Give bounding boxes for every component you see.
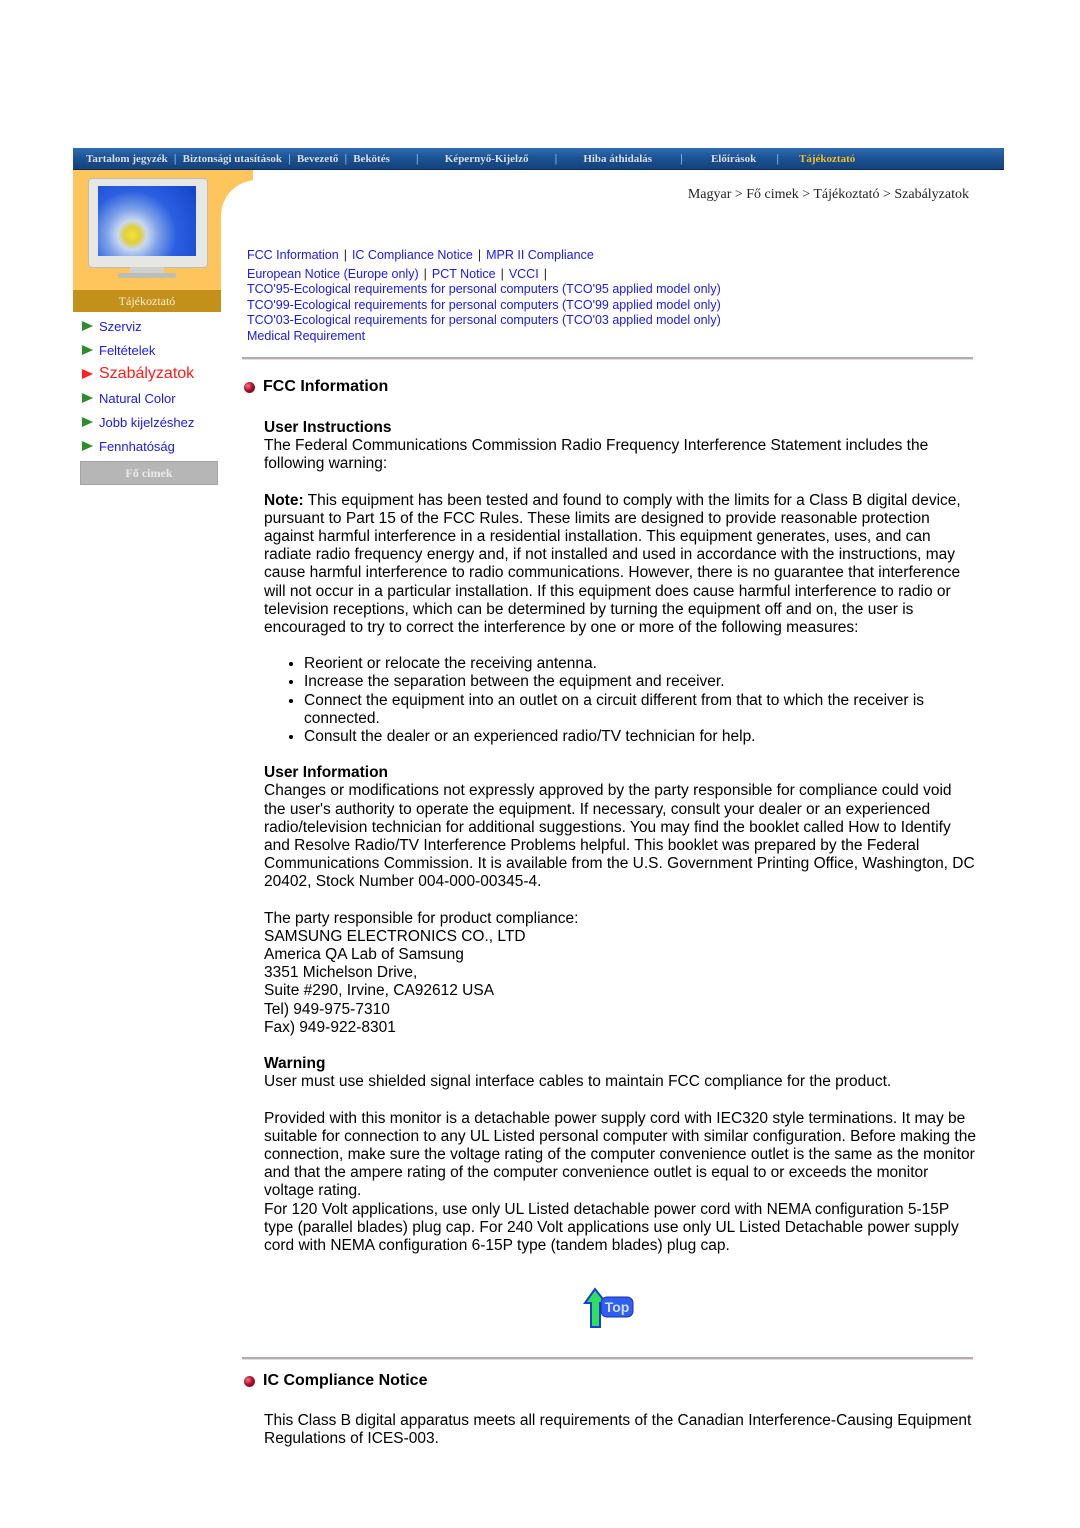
link-separator: | — [500, 266, 504, 281]
measures-list: Reorient or relocate the receiving anten… — [264, 655, 976, 746]
red-bullet-icon — [244, 381, 255, 393]
arrow-right-icon — [82, 345, 93, 355]
sidebar-item-label: Szerviz — [99, 318, 142, 334]
up-arrow-top-icon: Top — [583, 1287, 634, 1328]
fcc-section-heading: FCC Information — [244, 378, 388, 396]
nav-item-safety[interactable]: Biztonsági utasítások — [183, 153, 282, 165]
back-to-top-button[interactable]: Top — [583, 1287, 635, 1329]
responsible-party-line: SAMSUNG ELECTRONICS CO., LTD — [264, 927, 526, 945]
top-label: Top — [605, 1299, 630, 1315]
responsible-party-line: The party responsible for product compli… — [264, 909, 579, 927]
nav-separator: | — [415, 152, 419, 165]
sidebar-item-authority[interactable]: Fennhatóság — [82, 434, 232, 458]
divider — [242, 357, 973, 360]
warning-text: User must use shielded signal interface … — [264, 1073, 892, 1091]
responsible-party-line: Suite #290, Irvine, CA92612 USA — [264, 982, 495, 1000]
nav-separator: | — [344, 152, 348, 165]
sidebar-item-better-display[interactable]: Jobb kijelzéshez — [82, 410, 232, 434]
responsible-party-line: America QA Lab of Samsung — [264, 946, 464, 964]
arrow-right-icon — [82, 369, 93, 379]
user-information-title: User Information — [264, 764, 389, 782]
fcc-content: User Instructions The Federal Communicat… — [264, 419, 976, 1255]
user-instructions-title: User Instructions — [264, 419, 392, 436]
ic-text: This Class B digital apparatus meets all… — [264, 1412, 972, 1448]
link-separator: | — [423, 266, 427, 281]
section-links: FCC Information | IC Compliance Notice | MPR… — [247, 248, 721, 344]
sidebar-item-label: Fennhatóság — [99, 438, 175, 454]
list-item: Reorient or relocate the receiving anten… — [304, 655, 976, 673]
nav-separator: | — [287, 152, 291, 165]
warning-title: Warning — [264, 1055, 326, 1073]
section-title-banner: Tájékoztató — [73, 290, 221, 312]
sidebar-item-label: Natural Color — [99, 390, 176, 406]
link-tco99[interactable]: TCO'99-Ecological requirements for perso… — [247, 298, 721, 312]
sidebar-item-regulations[interactable]: Szabályzatok — [82, 362, 232, 386]
link-tco03[interactable]: TCO'03-Ecological requirements for perso… — [247, 313, 721, 327]
breadcrumb: Magyar > Fő cimek > Tájékoztató > Szabál… — [687, 187, 969, 202]
arrow-right-icon — [82, 393, 93, 403]
link-european-notice[interactable]: European Notice (Europe only) — [247, 267, 419, 281]
link-separator: | — [343, 248, 347, 262]
nav-item-information[interactable]: Tájékoztató — [799, 153, 855, 165]
nav-item-contents[interactable]: Tartalom jegyzék — [86, 153, 168, 165]
link-vcci[interactable]: VCCI — [509, 267, 539, 281]
monitor-image — [88, 178, 208, 278]
sidebar-item-label: Feltételek — [99, 342, 156, 358]
monitor-base — [118, 273, 176, 278]
heading-text: IC Compliance Notice — [263, 1372, 428, 1389]
nav-separator: | — [680, 152, 683, 165]
responsible-party-line: Fax) 949-922-8301 — [264, 1018, 396, 1036]
power-cord-voltage-text: For 120 Volt applications, use only UL L… — [264, 1200, 959, 1254]
nav-separator: | — [554, 152, 558, 165]
ic-content: This Class B digital apparatus meets all… — [264, 1412, 976, 1448]
nav-item-setup[interactable]: Bekötés — [353, 153, 390, 165]
responsible-party-line: 3351 Michelson Drive, — [264, 964, 418, 982]
nav-separator: | — [776, 152, 780, 165]
heading-text: FCC Information — [263, 378, 389, 395]
nav-item-display[interactable]: Képernyő-Kijelző — [445, 153, 529, 165]
user-instructions-text: The Federal Communications Commission Ra… — [264, 437, 929, 473]
power-cord-text: Provided with this monitor is a detachab… — [264, 1109, 976, 1200]
sidebar-item-label: Jobb kijelzéshez — [99, 414, 195, 430]
sidebar-item-terms[interactable]: Feltételek — [82, 338, 232, 362]
link-mpr-ii-compliance[interactable]: MPR II Compliance — [486, 248, 594, 262]
main-topics-button[interactable]: Fő cimek — [80, 461, 218, 485]
note-paragraph: Note: This equipment has been tested and… — [264, 492, 976, 638]
nav-item-introduction[interactable]: Bevezető — [297, 153, 339, 165]
sidebar-item-service[interactable]: Szerviz — [82, 314, 232, 338]
nav-separator: | — [173, 152, 177, 165]
link-tco95[interactable]: TCO'95-Ecological requirements for perso… — [247, 282, 721, 296]
responsible-party-line: Tel) 949-975-7310 — [264, 1000, 390, 1018]
monitor-screen — [98, 186, 196, 256]
link-fcc-information[interactable]: FCC Information — [247, 248, 339, 262]
user-information-text: Changes or modifications not expressly a… — [264, 782, 975, 891]
list-item: Consult the dealer or an experienced rad… — [304, 728, 976, 746]
arrow-right-icon — [82, 321, 93, 331]
divider — [242, 1357, 973, 1360]
nav-item-specifications[interactable]: Előírások — [711, 153, 756, 165]
link-separator: | — [477, 248, 482, 262]
list-item: Connect the equipment into an outlet on … — [304, 692, 976, 728]
sidebar-item-label: Szabályzatok — [99, 365, 195, 382]
sidebar-item-natural-color[interactable]: Natural Color — [82, 386, 232, 410]
ic-section-heading: IC Compliance Notice — [244, 1372, 427, 1390]
link-separator: | — [543, 266, 547, 281]
note-text: This equipment has been tested and found… — [264, 491, 961, 637]
note-label: Note: — [264, 491, 304, 509]
link-ic-compliance[interactable]: IC Compliance Notice — [352, 248, 473, 262]
list-item: Increase the separation between the equi… — [304, 673, 976, 691]
arrow-right-icon — [82, 417, 93, 427]
sidebar: Szerviz Feltételek Szabályzatok Natural … — [82, 314, 232, 458]
arrow-right-icon — [82, 441, 93, 451]
nav-item-troubleshooting[interactable]: Hiba áthidalás — [583, 153, 652, 165]
top-nav-bar: Tartalom jegyzék | Biztonsági utasítások… — [73, 148, 1004, 170]
red-bullet-icon — [244, 1375, 255, 1387]
link-pct-notice[interactable]: PCT Notice — [432, 267, 496, 281]
link-medical-requirement[interactable]: Medical Requirement — [247, 329, 365, 343]
